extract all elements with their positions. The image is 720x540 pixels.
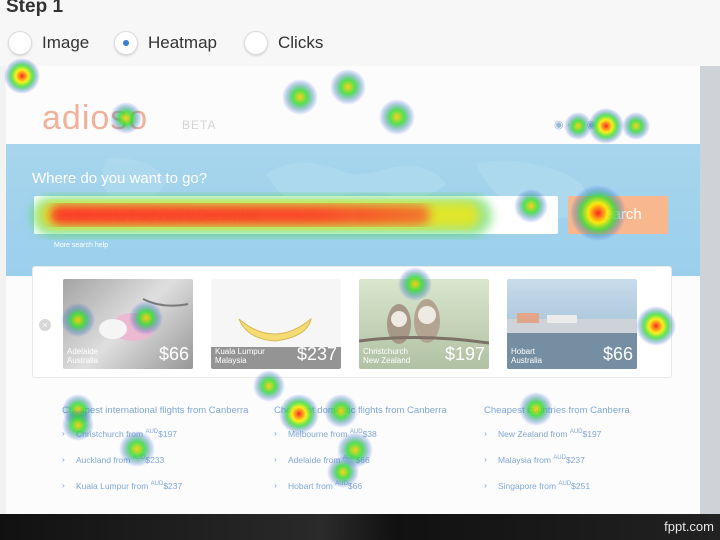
radio-circle-selected[interactable] bbox=[114, 31, 138, 55]
deal-card[interactable]: Adelaide Australia $66 bbox=[63, 279, 193, 369]
close-icon[interactable]: × bbox=[39, 319, 51, 331]
column-heading: Cheapest domestic flights from Canberra bbox=[274, 405, 447, 416]
flight-link[interactable]: Adelaide from AUD$66 bbox=[274, 454, 464, 465]
beta-badge: BETA bbox=[182, 118, 217, 132]
search-input[interactable]: Canberra to Paris on 5 December bbox=[34, 196, 558, 234]
location-icon: ◉ · · · ◉ ▾ bbox=[554, 119, 605, 131]
radio-circle[interactable] bbox=[244, 31, 268, 55]
flights-column: Cheapest countries from Canberra New Zea… bbox=[484, 404, 674, 507]
toolbar: Step 1 Image Heatmap Clicks bbox=[0, 0, 720, 66]
site-logo: adioso bbox=[42, 99, 149, 137]
flight-link[interactable]: Hobart from AUD$66 bbox=[274, 480, 464, 491]
flight-link[interactable]: New Zealand from AUD$197 bbox=[484, 428, 674, 439]
hero-banner: Where do you want to go? Canberra to Par… bbox=[6, 144, 700, 276]
step-title: Step 1 bbox=[6, 0, 64, 17]
cheapest-flights-section: Cheapest international flights from Canb… bbox=[62, 404, 682, 514]
hero-title: Where do you want to go? bbox=[32, 170, 208, 187]
radio-label: Image bbox=[42, 33, 90, 52]
deal-price: $197 bbox=[444, 344, 485, 364]
deal-location: Christchurch New Zealand bbox=[363, 347, 411, 365]
slide-footer: fppt.com bbox=[0, 514, 720, 540]
deal-price: $66 bbox=[158, 344, 189, 364]
deal-location: Adelaide Australia bbox=[67, 347, 99, 365]
radio-heatmap[interactable]: Heatmap bbox=[114, 31, 217, 55]
flight-link[interactable]: Singapore from AUD$251 bbox=[484, 480, 674, 491]
radio-label: Heatmap bbox=[148, 33, 217, 52]
column-heading: Cheapest international flights from Canb… bbox=[62, 405, 249, 416]
deal-price: $237 bbox=[296, 344, 337, 364]
column-heading: Cheapest countries from Canberra bbox=[484, 405, 630, 416]
footer-brand: fppt.com bbox=[664, 519, 714, 534]
deal-location: Hobart Australia bbox=[511, 347, 543, 365]
flight-link[interactable]: Melbourne from AUD$38 bbox=[274, 428, 464, 439]
search-value: Canberra to Paris on 5 December bbox=[52, 207, 262, 223]
deals-panel: × Adelaide Australia $66 Kuala Lumpur Mala… bbox=[32, 266, 672, 378]
deal-card[interactable]: Hobart Australia $66 bbox=[507, 279, 637, 369]
flights-column: Cheapest domestic flights from Canberra … bbox=[274, 404, 464, 507]
radio-label: Clicks bbox=[278, 33, 324, 52]
deal-price: $66 bbox=[602, 344, 633, 364]
more-search-help-link[interactable]: More search help bbox=[54, 242, 108, 249]
search-button[interactable]: Search bbox=[568, 196, 668, 234]
flight-link[interactable]: Auckland from AUD$233 bbox=[62, 454, 252, 465]
deal-card[interactable]: Kuala Lumpur Malaysia $237 bbox=[211, 279, 341, 369]
flight-link[interactable]: Malaysia from AUD$237 bbox=[484, 454, 674, 465]
flight-link[interactable]: Christchurch from AUD$197 bbox=[62, 428, 252, 439]
deal-location: Kuala Lumpur Malaysia bbox=[215, 347, 265, 365]
website-screenshot: adioso BETA ◉ · · · ◉ ▾ Where do you wan… bbox=[6, 66, 700, 514]
scrollbar[interactable] bbox=[700, 66, 720, 514]
radio-circle[interactable] bbox=[8, 31, 32, 55]
deal-card[interactable]: Christchurch New Zealand $197 bbox=[359, 279, 489, 369]
flight-link[interactable]: Kuala Lumpur from AUD$237 bbox=[62, 480, 252, 491]
screenshot-frame: adioso BETA ◉ · · · ◉ ▾ Where do you wan… bbox=[0, 66, 720, 514]
radio-image[interactable]: Image bbox=[8, 31, 89, 55]
radio-clicks[interactable]: Clicks bbox=[244, 31, 323, 55]
flights-column: Cheapest international flights from Canb… bbox=[62, 404, 252, 507]
